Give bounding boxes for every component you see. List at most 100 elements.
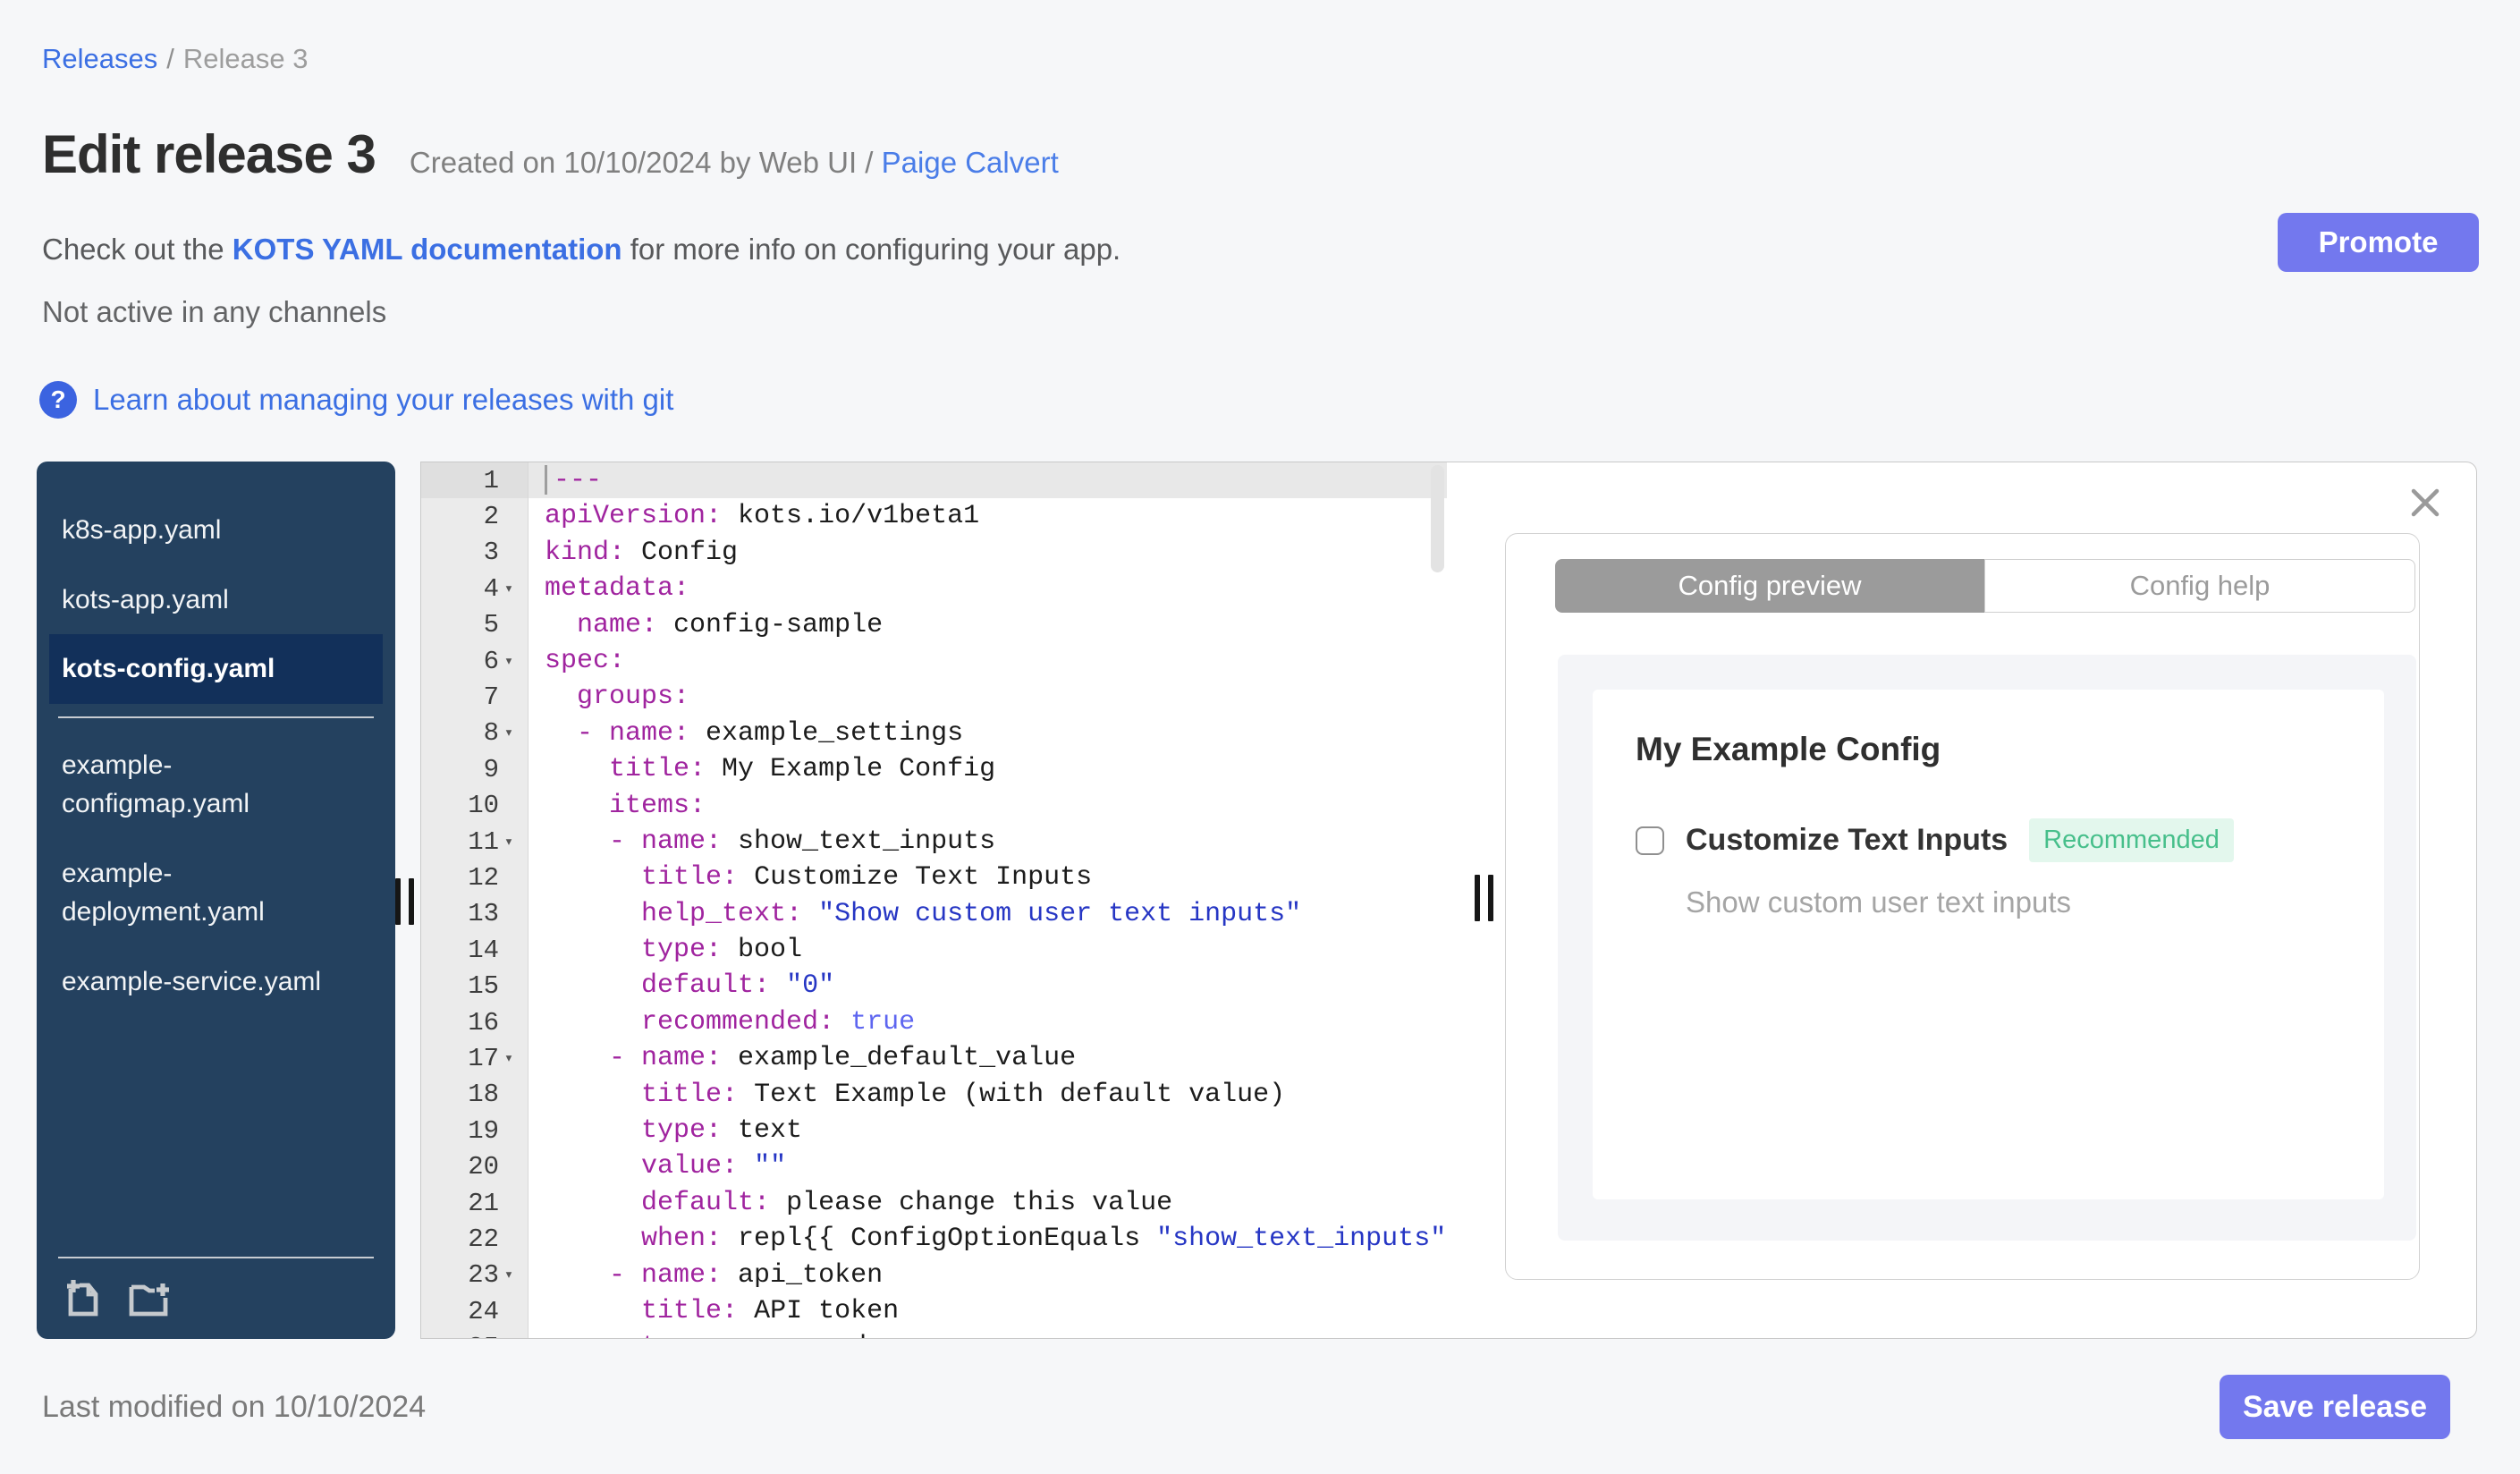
kots-yaml-docs-link[interactable]: KOTS YAML documentation [233,233,622,266]
line-number-3[interactable]: 3 [421,534,529,572]
line-number-9[interactable]: 9 [421,751,529,788]
code-line-21[interactable]: 21 default: please change this value [421,1184,1447,1222]
code-text-14: type: bool [641,935,803,966]
sidebar-actions [37,1276,395,1319]
title-row: Edit release 3 Created on 10/10/2024 by … [42,123,1059,185]
line-number-18[interactable]: 18 [421,1076,529,1114]
code-text-12: title: Customize Text Inputs [641,862,1093,894]
code-line-17[interactable]: 17 ▾ - name: example_default_value [421,1040,1447,1077]
last-modified-text: Last modified on 10/10/2024 [42,1390,427,1424]
code-line-3[interactable]: 3 kind: Config [421,534,1447,572]
line-number-2[interactable]: 2 [421,498,529,535]
code-text-17: - name: example_default_value [609,1043,1077,1074]
line-number-5[interactable]: 5 [421,606,529,643]
line-number-23[interactable]: 23 ▾ [421,1257,529,1293]
line-number-21[interactable]: 21 [421,1184,529,1222]
code-line-6[interactable]: 6 ▾ spec: [421,642,1447,680]
close-icon[interactable] [2408,486,2442,520]
fold-arrow-icon[interactable]: ▾ [499,724,519,742]
file-item-example-configmap.yaml[interactable]: example-configmap.yaml [37,731,395,839]
fold-arrow-icon[interactable]: ▾ [499,580,519,598]
save-release-button[interactable]: Save release [2220,1375,2450,1439]
git-releases-link[interactable]: Learn about managing your releases with … [93,383,673,417]
editor-scrollbar-thumb[interactable] [1431,465,1444,572]
code-line-1[interactable]: 1 --- [421,462,1447,499]
help-icon[interactable]: ? [39,381,77,419]
line-number-6[interactable]: 6 ▾ [421,642,529,680]
line-number-24[interactable]: 24 [421,1292,529,1330]
fold-arrow-icon[interactable]: ▾ [499,833,519,851]
preview-resize-handle[interactable] [1475,875,1493,921]
fold-arrow-icon[interactable]: ▾ [499,1049,519,1068]
line-number-22[interactable]: 22 [421,1221,529,1258]
breadcrumb: Releases / Release 3 [42,43,308,75]
line-number-19[interactable]: 19 [421,1113,529,1149]
new-file-icon[interactable] [63,1276,105,1319]
new-folder-icon[interactable] [128,1276,173,1319]
code-lines: 1 --- 2 apiVersion: kots.io/v1beta1 3 kind: C… [421,462,1447,1338]
line-number-10[interactable]: 10 [421,787,529,824]
file-item-kots-config.yaml[interactable]: kots-config.yaml [49,634,383,704]
code-text-21: default: please change this value [641,1187,1173,1218]
file-item-example-deployment.yaml[interactable]: example-deployment.yaml [37,839,395,947]
code-line-8[interactable]: 8 ▾ - name: example_settings [421,715,1447,752]
tab-config-help[interactable]: Config help [1984,559,2415,613]
code-line-9[interactable]: 9 title: My Example Config [421,751,1447,788]
code-line-14[interactable]: 14 type: bool [421,932,1447,969]
file-item-kots-app.yaml[interactable]: kots-app.yaml [37,565,395,635]
code-text-10: items: [609,790,706,821]
line-number-16[interactable]: 16 [421,1004,529,1041]
file-sidebar: k8s-app.yaml kots-app.yaml kots-config.yam… [37,462,395,1339]
promote-button[interactable]: Promote [2278,213,2479,272]
code-line-5[interactable]: 5 name: config-sample [421,606,1447,643]
config-preview-pane: Config preview Config help My Example Con… [1447,462,2477,1339]
workspace: k8s-app.yaml kots-app.yaml kots-config.yam… [37,462,2477,1339]
file-item-k8s-app.yaml[interactable]: k8s-app.yaml [37,496,395,565]
line-number-15[interactable]: 15 [421,968,529,1004]
code-line-18[interactable]: 18 title: Text Example (with default val… [421,1076,1447,1114]
code-line-16[interactable]: 16 recommended: true [421,1004,1447,1041]
code-line-10[interactable]: 10 items: [421,787,1447,824]
code-line-4[interactable]: 4 ▾ metadata: [421,571,1447,607]
line-number-4[interactable]: 4 ▾ [421,571,529,607]
docs-suffix: for more info on configuring your app. [622,233,1121,266]
customize-text-inputs-checkbox[interactable] [1636,826,1664,855]
code-line-22[interactable]: 22 when: repl{{ ConfigOptionEquals "show… [421,1221,1447,1258]
yaml-editor[interactable]: 1 --- 2 apiVersion: kots.io/v1beta1 3 kind: C… [420,462,1447,1339]
config-card: Config preview Config help My Example Con… [1505,533,2420,1280]
line-number-12[interactable]: 12 [421,860,529,896]
breadcrumb-releases-link[interactable]: Releases [42,43,157,74]
code-line-2[interactable]: 2 apiVersion: kots.io/v1beta1 [421,498,1447,535]
code-line-25[interactable]: 25 type: password [421,1329,1447,1338]
author-link[interactable]: Paige Calvert [882,146,1059,179]
line-number-8[interactable]: 8 ▾ [421,715,529,752]
line-number-17[interactable]: 17 ▾ [421,1040,529,1077]
fold-arrow-icon[interactable]: ▾ [499,1266,519,1284]
line-number-7[interactable]: 7 [421,679,529,716]
code-text-9: title: My Example Config [609,754,996,785]
code-text-18: title: Text Example (with default value) [641,1079,1286,1110]
code-line-15[interactable]: 15 default: "0" [421,968,1447,1004]
code-text-15: default: "0" [641,970,835,1002]
code-line-20[interactable]: 20 value: "" [421,1148,1447,1185]
code-line-7[interactable]: 7 groups: [421,679,1447,716]
sidebar-bottom-divider [58,1257,374,1258]
code-line-12[interactable]: 12 title: Customize Text Inputs [421,860,1447,896]
tab-config-preview[interactable]: Config preview [1555,559,1984,613]
line-number-1[interactable]: 1 [421,462,529,499]
text-cursor [545,464,547,495]
code-line-11[interactable]: 11 ▾ - name: show_text_inputs [421,823,1447,860]
line-number-25[interactable]: 25 [421,1329,529,1338]
code-line-19[interactable]: 19 type: text [421,1113,1447,1149]
file-item-example-service.yaml[interactable]: example-service.yaml [37,947,395,1017]
fold-arrow-icon[interactable]: ▾ [499,652,519,671]
code-line-13[interactable]: 13 help_text: "Show custom user text inp… [421,895,1447,933]
code-line-24[interactable]: 24 title: API token [421,1292,1447,1330]
line-number-11[interactable]: 11 ▾ [421,823,529,860]
line-number-20[interactable]: 20 [421,1148,529,1185]
created-line: Created on 10/10/2024 by Web UI / Paige … [410,146,1059,180]
code-line-23[interactable]: 23 ▾ - name: api_token [421,1257,1447,1293]
sidebar-resize-handle[interactable] [395,878,414,925]
line-number-13[interactable]: 13 [421,895,529,933]
line-number-14[interactable]: 14 [421,932,529,969]
